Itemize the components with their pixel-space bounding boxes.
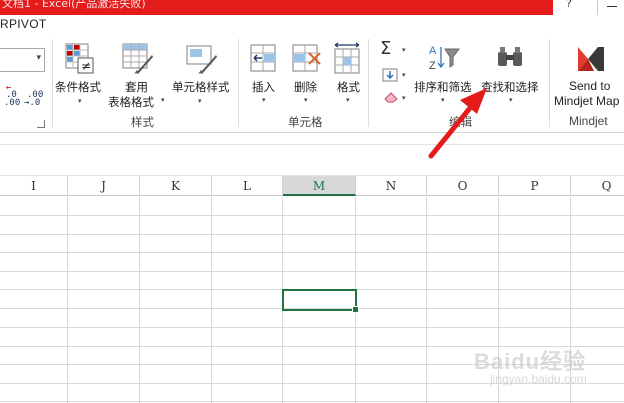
watermark-url: jingyan.baidu.com [490,372,587,386]
baidu-watermark: Baidu经验 jingyan.baidu.com [474,344,624,394]
excel-window: 文档1 - Excel(产品激活失败) ? RPIVOT ▾ ← .0 .00 … [0,0,624,403]
annotation-arrow-icon [428,88,487,159]
